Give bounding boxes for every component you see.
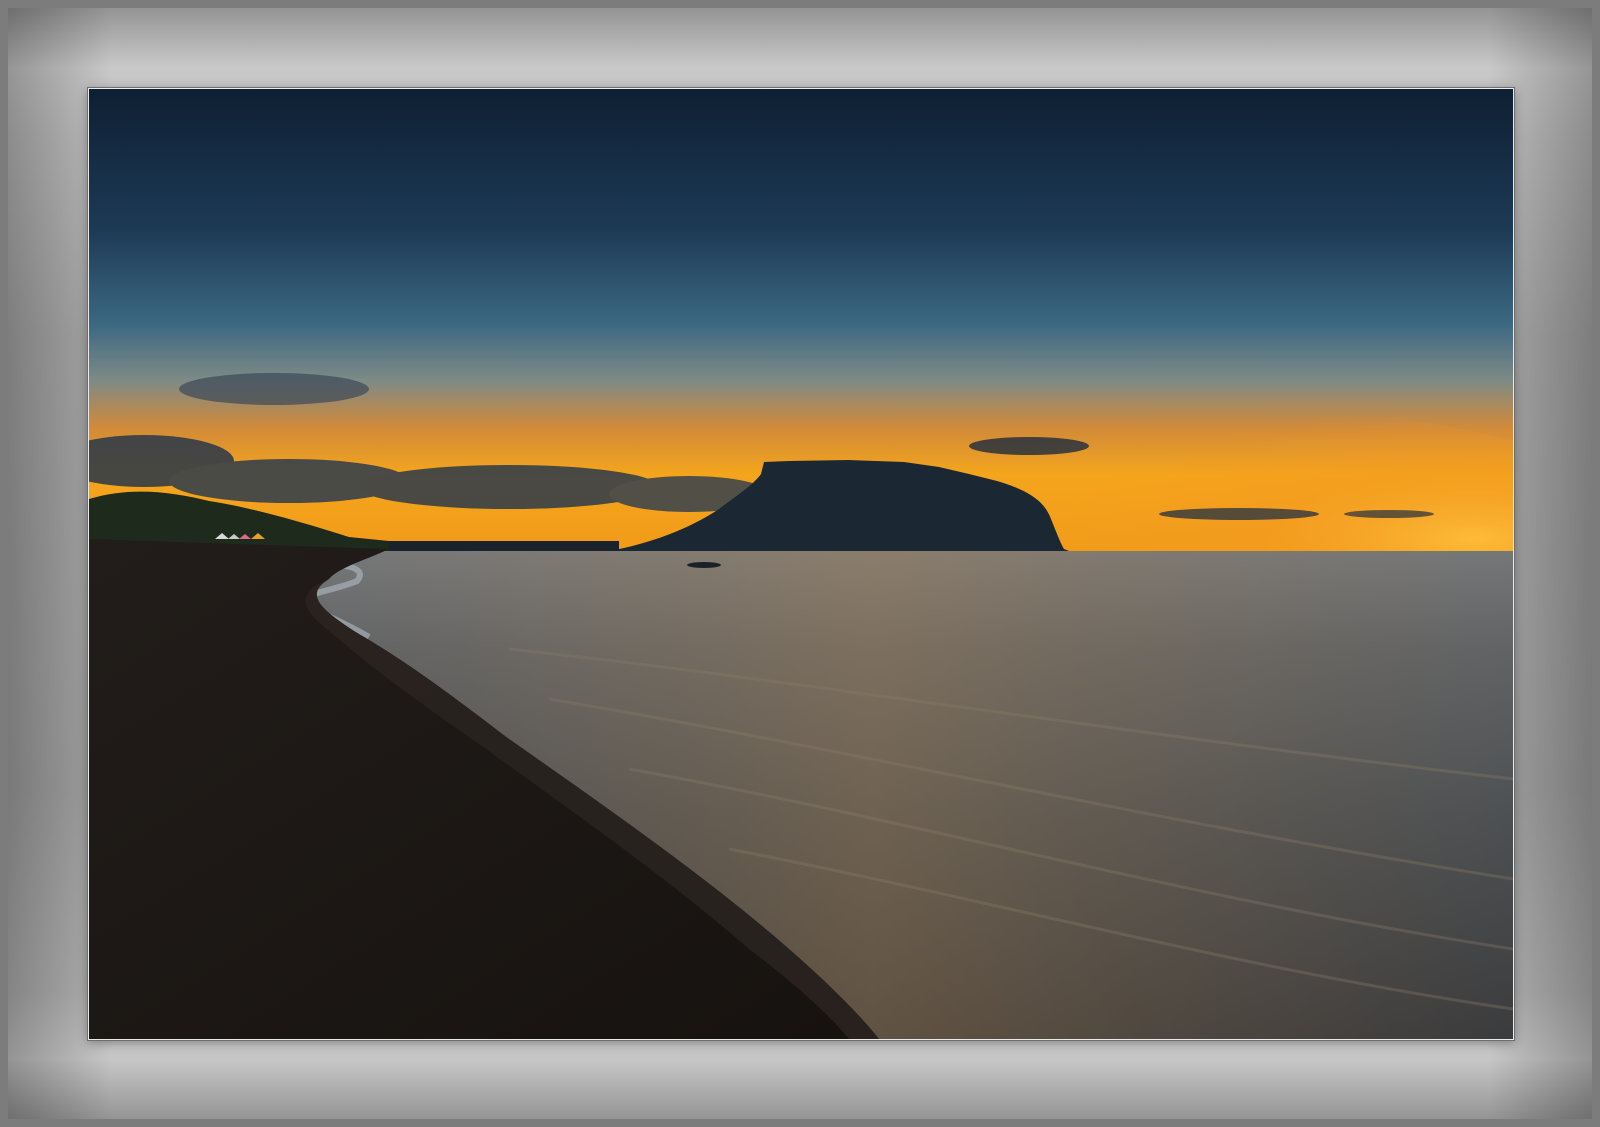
- landscape-photo: [88, 88, 1514, 1040]
- small-rock: [687, 562, 721, 568]
- photo-frame: [0, 0, 1600, 1127]
- photo-canvas: [89, 89, 1513, 1039]
- shoreline-town: [389, 541, 619, 551]
